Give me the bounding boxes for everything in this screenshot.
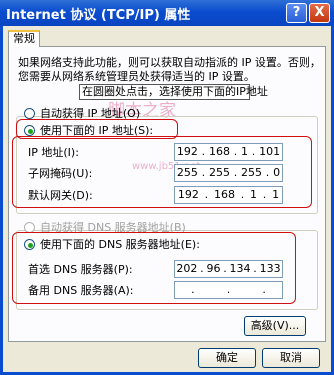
cancel-button[interactable]: 取消: [262, 348, 320, 368]
ok-button[interactable]: 确定: [198, 348, 256, 368]
radio-auto-ip[interactable]: [24, 108, 35, 119]
help-button[interactable]: ?: [286, 3, 307, 23]
window-title: Internet 协议 (TCP/IP) 属性: [6, 8, 191, 23]
annotation-box-dns: [12, 232, 296, 304]
annotation-callout: 在圆圈处点击，选择使用下面的IP地址: [79, 84, 268, 100]
close-button[interactable]: X: [309, 3, 330, 23]
description-line-2: 您需要从网络系统管理员处获得适当的 IP 设置。: [18, 70, 255, 83]
tab-general[interactable]: 常规: [8, 30, 40, 47]
description-line-1: 如果网络支持此功能，则可以获取自动指派的 IP 设置。否则，: [18, 56, 321, 69]
advanced-button[interactable]: 高级(V)...: [244, 316, 306, 336]
annotation-box-ip: [12, 136, 312, 208]
